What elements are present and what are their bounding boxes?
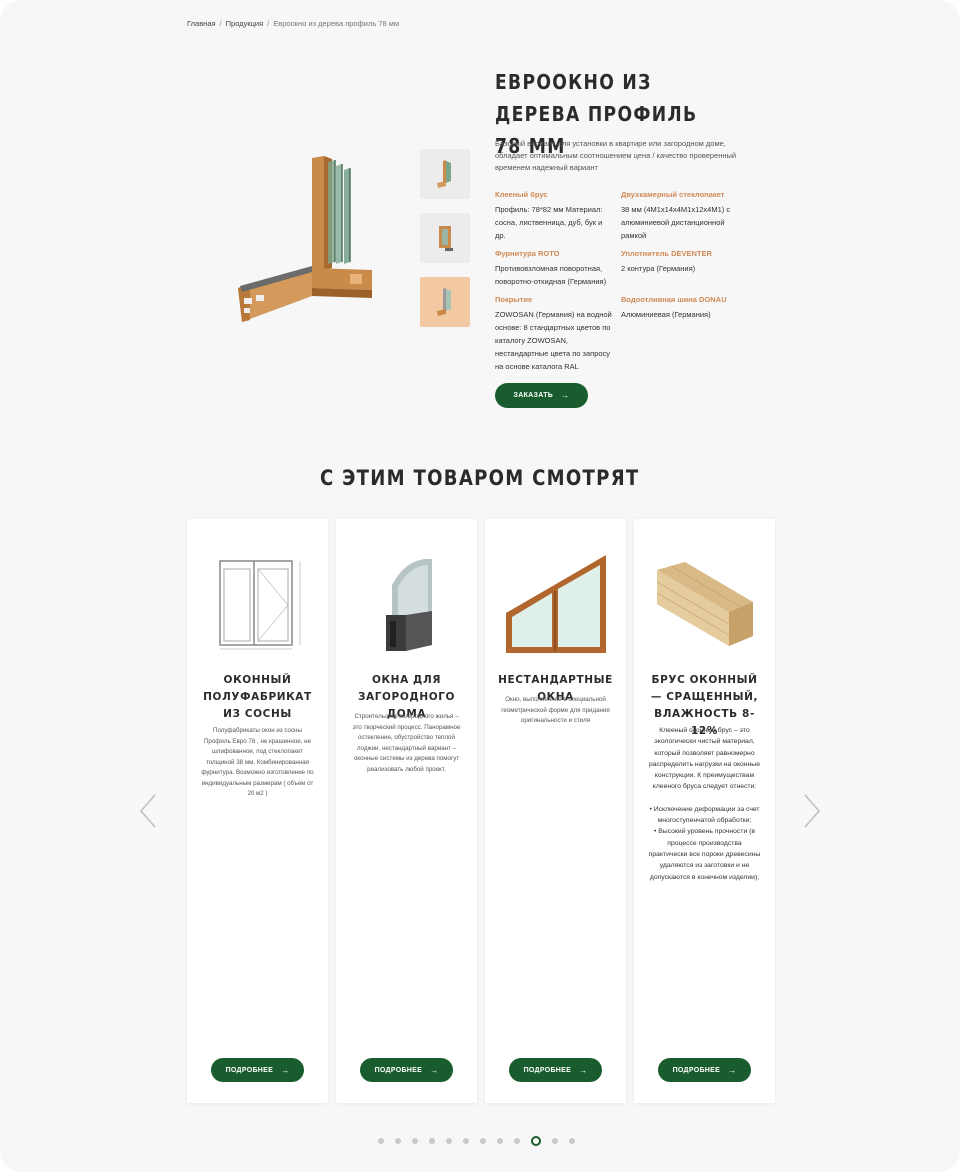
- related-section-title-text: С этим товаром смотрят: [320, 466, 640, 490]
- spec-key: Водоотливная шина DONAU: [621, 295, 727, 304]
- carousel-dot[interactable]: [514, 1138, 520, 1144]
- spec-key: Двухкамерный стеклопакет: [621, 190, 725, 199]
- breadcrumb-current: Евроокно из дерева профиль 78 мм: [273, 19, 400, 28]
- breadcrumb-products[interactable]: Продукция: [226, 19, 264, 28]
- card-text-paragraph: Клееный оконный брус – это экологически …: [649, 727, 760, 791]
- arrow-right-icon: →: [579, 1065, 588, 1075]
- spec-value: 2 контура (Германия): [621, 264, 696, 273]
- product-description: Базовый вариант для установки в квартире…: [495, 139, 737, 172]
- card-image-window-profile: [346, 549, 467, 661]
- spec-key: Фурнитура ROTO: [495, 249, 560, 258]
- order-button-label: Заказать: [513, 392, 554, 399]
- spec-value: Алюминиевая (Германия): [621, 310, 711, 319]
- spec-value: Профиль: 78*82 мм Материал: сосна, листв…: [495, 205, 603, 240]
- order-button[interactable]: Заказать →: [495, 383, 588, 408]
- spec-item: Покрытие ZOWOSAN (Германия) на водной ос…: [495, 295, 613, 373]
- card-image-window-drawing: [197, 549, 318, 661]
- carousel-dot[interactable]: [531, 1136, 541, 1146]
- related-card: Нестандартные окна Окно, выполненное в с…: [485, 519, 626, 1103]
- arrow-right-icon: →: [561, 391, 570, 400]
- carousel-dot[interactable]: [395, 1138, 401, 1144]
- spec-key: Покрытие: [495, 295, 533, 304]
- card-text-bullet: • Высокий уровень прочности (в процессе …: [648, 828, 761, 881]
- spec-item: Уплотнитель DEVENTER 2 контура (Германия…: [621, 249, 739, 275]
- carousel-dot[interactable]: [429, 1138, 435, 1144]
- breadcrumb-separator: /: [267, 19, 270, 28]
- breadcrumb-home[interactable]: Главная: [187, 19, 216, 28]
- carousel-prev-button[interactable]: [138, 793, 158, 829]
- related-card: Брус оконный — сращенный, влажность 8-12…: [634, 519, 775, 1103]
- chevron-right-icon: [804, 794, 820, 828]
- spec-item: Фурнитура ROTO Противовзломная поворотна…: [495, 249, 613, 288]
- carousel-dot[interactable]: [569, 1138, 575, 1144]
- card-text: Клееный оконный брус – это экологически …: [648, 725, 761, 883]
- page: Главная / Продукция / Евроокно из дерева…: [0, 0, 960, 1172]
- spec-value: 38 мм (4М1х14х4М1х12х4М1) с алюминиевой …: [621, 205, 731, 240]
- card-image-timber-beam: [644, 549, 765, 661]
- spec-value: Противовзломная поворотная, поворотно-от…: [495, 264, 607, 286]
- spec-key: Уплотнитель DEVENTER: [621, 249, 712, 258]
- breadcrumb: Главная / Продукция / Евроокно из дерева…: [187, 19, 399, 28]
- arrow-right-icon: →: [430, 1065, 439, 1075]
- spec-value: ZOWOSAN (Германия) на водной основе: 8 с…: [495, 310, 612, 371]
- carousel-pagination: [378, 1136, 575, 1146]
- thumbnail-1[interactable]: [420, 149, 470, 199]
- related-section-title: С этим товаром смотрят: [0, 466, 960, 490]
- carousel-dot[interactable]: [446, 1138, 452, 1144]
- carousel-dot[interactable]: [480, 1138, 486, 1144]
- card-text-bullet: • Исключение деформации за счет многосту…: [649, 805, 760, 825]
- details-button[interactable]: Подробнее →: [360, 1058, 453, 1082]
- related-card: Оконный полуфабрикат из сосны Полуфабрик…: [187, 519, 328, 1103]
- arrow-right-icon: →: [728, 1065, 737, 1075]
- card-text: Полуфабрикаты окон из сосны Профиль Евро…: [201, 727, 314, 797]
- spec-key: Клееный брус: [495, 190, 548, 199]
- details-button[interactable]: Подробнее →: [658, 1058, 751, 1082]
- spec-item: Водоотливная шина DONAU Алюминиевая (Гер…: [621, 295, 739, 321]
- carousel-dot[interactable]: [412, 1138, 418, 1144]
- product-thumbnails: [420, 149, 470, 327]
- carousel-dot[interactable]: [497, 1138, 503, 1144]
- card-image-trapezoid-window: [495, 549, 616, 661]
- carousel-next-button[interactable]: [802, 793, 822, 829]
- breadcrumb-separator: /: [219, 19, 222, 28]
- details-button-label: Подробнее: [672, 1066, 721, 1074]
- thumbnail-3[interactable]: [420, 277, 470, 327]
- chevron-left-icon: [140, 794, 156, 828]
- thumbnail-2[interactable]: [420, 213, 470, 263]
- related-card: Окна для загородного дома Строительство …: [336, 519, 477, 1103]
- spec-item: Двухкамерный стеклопакет 38 мм (4М1х14х4…: [621, 190, 739, 242]
- card-title: Оконный полуфабрикат из сосны: [203, 674, 312, 720]
- card-text: Строительство загородного жилья – это тв…: [352, 713, 461, 773]
- details-button[interactable]: Подробнее →: [211, 1058, 304, 1082]
- arrow-right-icon: →: [281, 1065, 290, 1075]
- card-text: Окно, выполненное в специальной геометри…: [501, 696, 610, 724]
- details-button[interactable]: Подробнее →: [509, 1058, 602, 1082]
- carousel-dot[interactable]: [463, 1138, 469, 1144]
- carousel-dot[interactable]: [378, 1138, 384, 1144]
- related-cards: Оконный полуфабрикат из сосны Полуфабрик…: [187, 519, 775, 1103]
- carousel-dot[interactable]: [552, 1138, 558, 1144]
- details-button-label: Подробнее: [374, 1066, 423, 1074]
- spec-item: Клееный брус Профиль: 78*82 мм Материал:…: [495, 190, 613, 242]
- details-button-label: Подробнее: [225, 1066, 274, 1074]
- details-button-label: Подробнее: [523, 1066, 572, 1074]
- product-main-image: [232, 150, 382, 325]
